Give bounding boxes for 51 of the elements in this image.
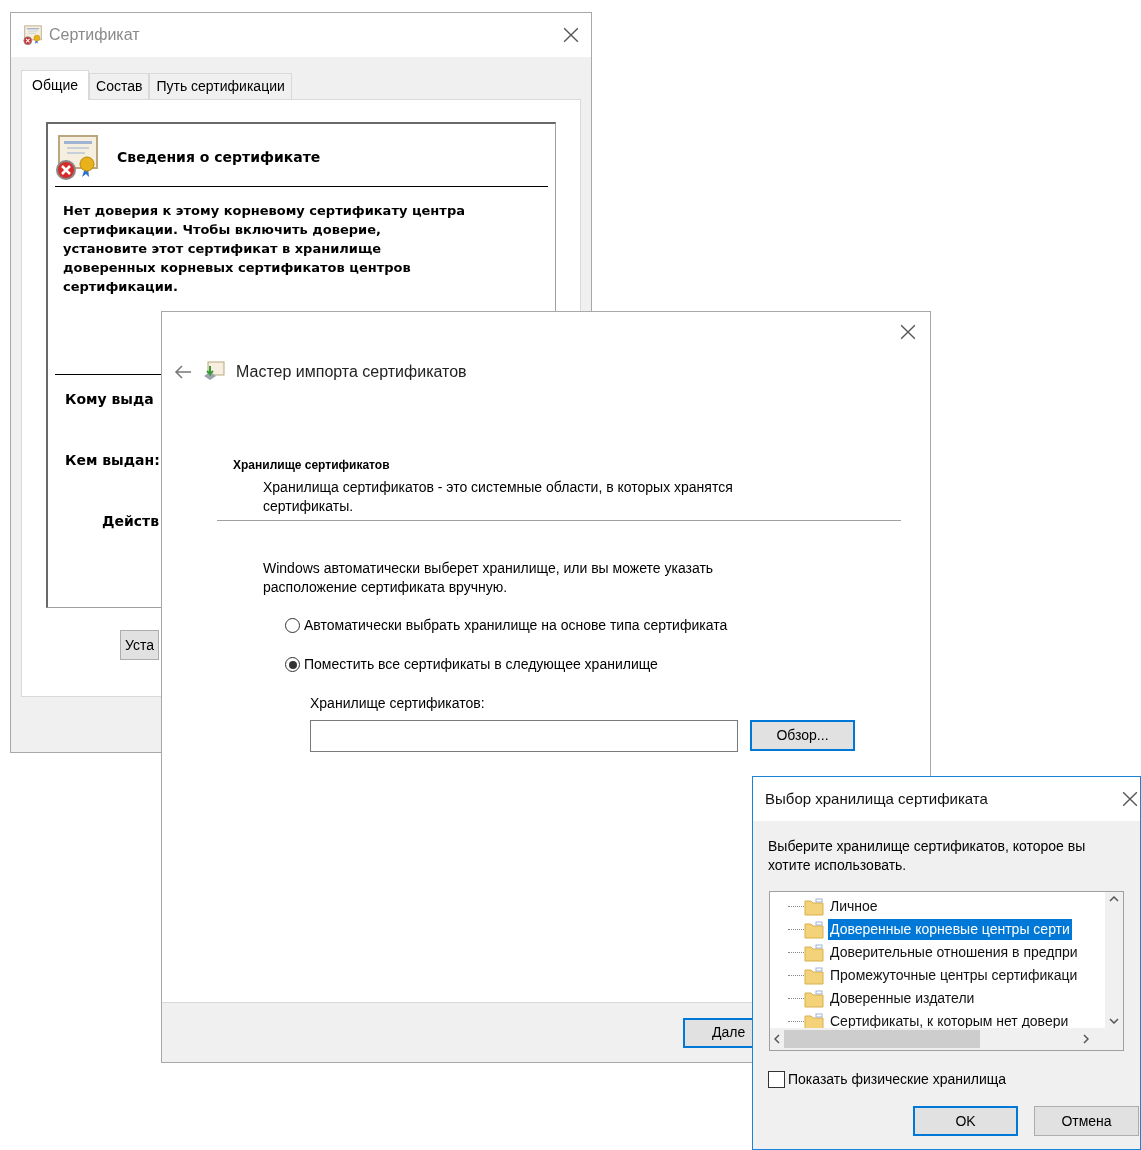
folder-icon: [804, 989, 824, 1008]
info-title: Сведения о сертификате: [117, 147, 321, 167]
radio-button[interactable]: [285, 657, 300, 672]
horizontal-scrollbar[interactable]: [770, 1028, 1123, 1050]
dialog-title: Выбор хранилища сертификата: [765, 788, 989, 809]
vertical-scrollbar[interactable]: [1105, 892, 1123, 1028]
radio-button[interactable]: [285, 618, 300, 633]
certificate-icon: [55, 134, 101, 180]
folder-icon: [804, 943, 824, 962]
field-label: Действ: [102, 512, 160, 531]
close-icon[interactable]: [563, 27, 579, 43]
close-icon[interactable]: [900, 324, 916, 340]
ok-button[interactable]: OK: [913, 1106, 1018, 1136]
checkbox-label: Показать физические хранилища: [788, 1070, 1007, 1089]
cancel-button[interactable]: Отмена: [1034, 1106, 1139, 1136]
tree-item[interactable]: Доверительные отношения в предпри: [828, 942, 1080, 963]
tree-item[interactable]: Доверенные корневые центры серти: [828, 919, 1072, 940]
intro-text: Windows автоматически выберет хранилище, или вы можете указать расположение сертификата вручную.: [263, 559, 715, 597]
back-arrow-icon[interactable]: [174, 365, 192, 379]
close-icon[interactable]: [1122, 791, 1138, 807]
tree-item[interactable]: Промежуточные центры сертификаци: [828, 965, 1080, 986]
trust-warning: Нет доверия к этому корневому сертификату центра сертификации. Чтобы включить доверие, установите этот сертификат в хранилище доверенных корневых сертификатов центров сертификации.: [62, 202, 466, 296]
scroll-down-icon[interactable]: [1109, 1018, 1119, 1024]
wizard-title: Мастер импорта сертификатов: [236, 362, 467, 382]
folder-icon: [804, 1012, 824, 1031]
window-title: Сертификат: [49, 25, 140, 45]
tree-item[interactable]: Сертификаты, к которым нет довери: [828, 1011, 1071, 1032]
folder-icon: [804, 920, 824, 939]
store-field[interactable]: [310, 720, 738, 752]
section-description: Хранилища сертификатов - это системные области, в которых хранятся сертификаты.: [262, 478, 733, 516]
radio-label: Автоматически выбрать хранилище на основе типа сертификата: [304, 616, 728, 635]
certificate-icon: [23, 25, 43, 45]
tree-item[interactable]: Доверенные издатели: [828, 988, 977, 1009]
store-label: Хранилище сертификатов:: [310, 694, 486, 713]
scroll-up-icon[interactable]: [1109, 896, 1119, 902]
radio-label: Поместить все сертификаты в следующее хранилище: [304, 655, 658, 674]
scroll-right-icon[interactable]: [1083, 1034, 1089, 1044]
folder-icon: [804, 966, 824, 985]
tree-item[interactable]: Личное: [828, 896, 880, 917]
dialog-prompt: Выберите хранилище сертификатов, которое вы хотите использовать.: [767, 837, 1087, 875]
tab[interactable]: Путь сертификации: [149, 73, 292, 99]
install-button[interactable]: Уста: [120, 630, 159, 660]
tab[interactable]: Общие: [21, 70, 90, 100]
checkbox[interactable]: [768, 1071, 785, 1088]
scroll-left-icon[interactable]: [774, 1034, 780, 1044]
folder-icon: [804, 897, 824, 916]
tab[interactable]: Состав: [89, 73, 150, 99]
browse-button[interactable]: Обзор...: [750, 720, 855, 751]
field-label: Кому выда: [65, 390, 154, 409]
field-label: Кем выдан:: [65, 451, 160, 470]
section-title: Хранилище сертификатов: [233, 457, 391, 474]
